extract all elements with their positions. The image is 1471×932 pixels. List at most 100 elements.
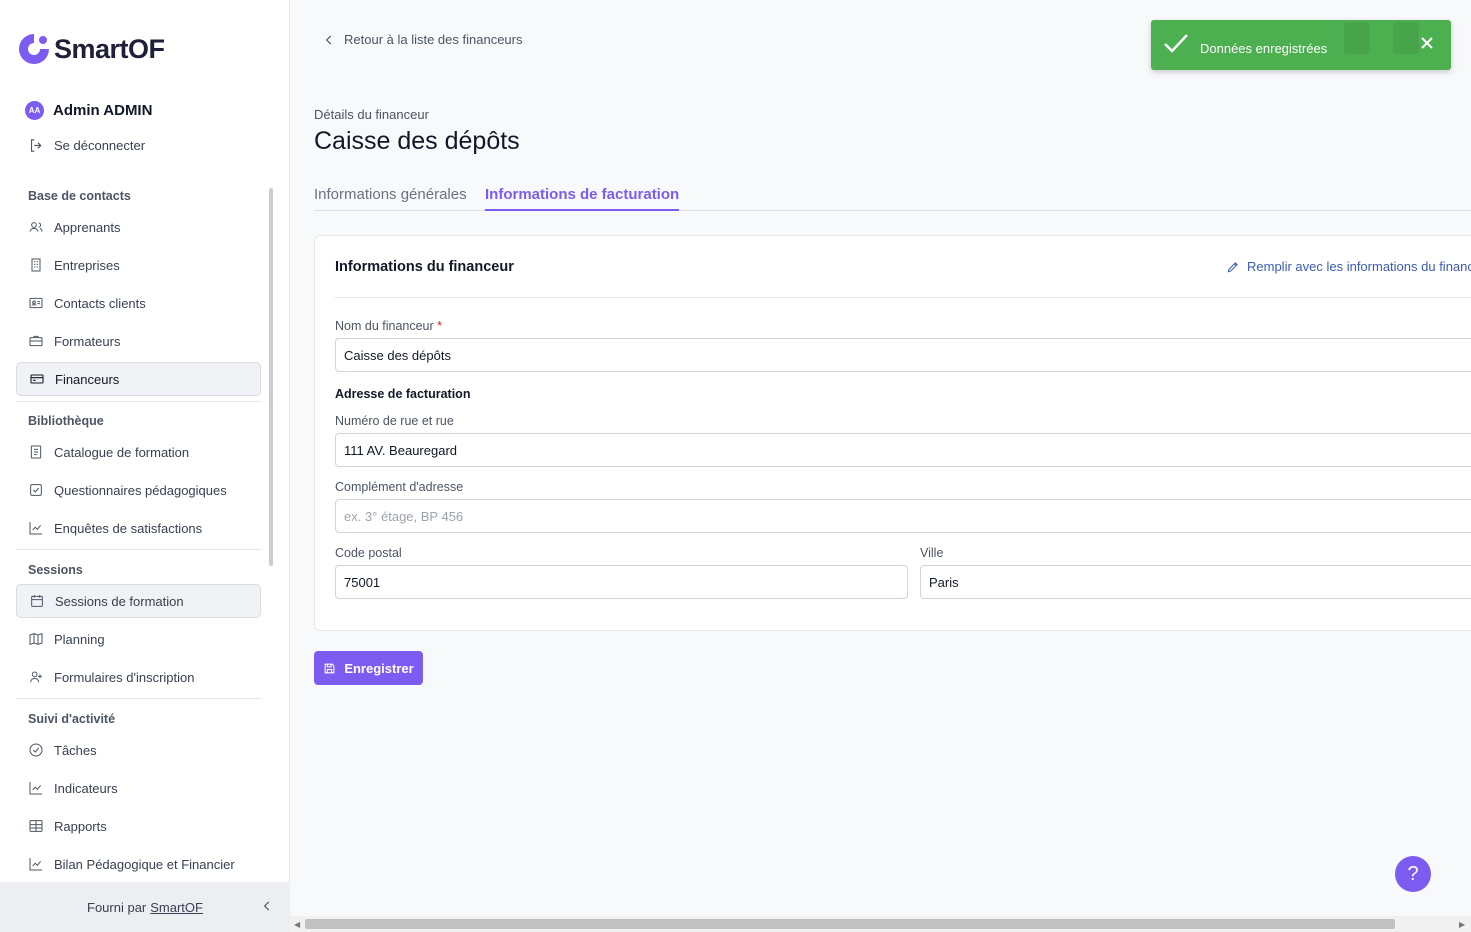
sidebar-item-label: Formulaires d'inscription — [54, 669, 195, 685]
sidebar-item-enquetes[interactable]: Enquêtes de satisfactions — [16, 511, 261, 545]
tab-informations-facturation[interactable]: Informations de facturation — [485, 186, 680, 211]
checkmark-icon — [1164, 34, 1188, 53]
sidebar-item-label: Financeurs — [55, 371, 120, 387]
tab-informations-generales[interactable]: Informations générales — [314, 186, 467, 203]
sidebar-item-label: Tâches — [54, 742, 97, 758]
page-subtitle: Détails du financeur — [314, 107, 429, 122]
credit-card-icon — [30, 374, 44, 384]
tabs: Informations générales Informations de f… — [314, 184, 1471, 211]
section-title-contacts: Base de contacts — [28, 189, 131, 203]
sidebar-divider — [16, 698, 261, 699]
sidebar-item-apprenants[interactable]: Apprenants — [16, 210, 261, 244]
chevron-left-icon — [325, 35, 332, 44]
scroll-right-icon[interactable]: ▶ — [1459, 920, 1465, 929]
calendar-icon — [31, 595, 43, 607]
horizontal-scroll-thumb[interactable] — [305, 919, 1395, 929]
financeur-name-input[interactable]: Caisse des dépôts — [335, 338, 1471, 372]
section-title-bibliotheque: Bibliothèque — [28, 414, 104, 428]
street-input[interactable]: 111 AV. Beauregard — [335, 433, 1471, 467]
chart-line-icon — [29, 522, 42, 535]
sidebar-item-label: Questionnaires pédagogiques — [54, 482, 227, 498]
chart-line-icon — [29, 782, 42, 795]
billing-address-title: Adresse de facturation — [335, 387, 471, 401]
sidebar-item-contacts-clients[interactable]: Contacts clients — [16, 286, 261, 320]
sidebar-divider — [16, 401, 261, 402]
sidebar-item-label: Apprenants — [54, 219, 121, 235]
postal-code-input[interactable]: 75001 — [335, 565, 908, 599]
section-title-sessions: Sessions — [28, 563, 83, 577]
sidebar-item-indicateurs[interactable]: Indicateurs — [16, 771, 261, 805]
logout-icon — [30, 139, 42, 152]
sidebar-item-label: Entreprises — [54, 257, 120, 273]
toast-message: Données enregistrées — [1200, 41, 1328, 56]
briefcase-icon — [29, 335, 43, 347]
footer-prefix: Fourni par — [87, 899, 147, 915]
sidebar-item-label: Contacts clients — [54, 295, 146, 311]
footer-smartof-link[interactable]: SmartOF — [150, 900, 203, 915]
sidebar-scrollbar[interactable] — [269, 188, 273, 566]
city-label: Ville — [920, 546, 944, 560]
scroll-left-icon[interactable]: ◀ — [294, 920, 300, 929]
building-icon — [31, 258, 41, 272]
sidebar-item-label: Formateurs — [54, 333, 121, 349]
logout-label: Se déconnecter — [54, 138, 146, 153]
city-input[interactable]: Paris — [920, 565, 1471, 599]
postal-code-label: Code postal — [335, 546, 402, 560]
smartof-logo[interactable]: SmartOF — [16, 31, 165, 67]
sidebar-item-formulaires[interactable]: Formulaires d'inscription — [16, 660, 261, 694]
save-icon — [324, 663, 335, 673]
horizontal-scrollbar[interactable]: ◀ ▶ — [290, 916, 1471, 932]
sidebar-item-financeurs[interactable]: Financeurs — [16, 362, 261, 396]
success-toast: Données enregistrées — [1151, 20, 1451, 70]
sidebar-divider — [16, 549, 261, 550]
checkbox-icon — [30, 484, 42, 496]
sidebar-item-questionnaires[interactable]: Questionnaires pédagogiques — [16, 473, 261, 507]
save-label: Enregistrer — [344, 660, 414, 676]
complement-label: Complément d'adresse — [335, 480, 464, 494]
card-title: Informations du financeur — [335, 259, 514, 275]
sidebar-item-label: Enquêtes de satisfactions — [54, 520, 203, 536]
toast-hidden-button — [1344, 22, 1370, 54]
sidebar-item-label: Indicateurs — [54, 780, 118, 796]
logo-icon — [19, 34, 49, 64]
sidebar-item-sessions[interactable]: Sessions de formation — [16, 584, 261, 618]
sidebar-item-label: Sessions de formation — [55, 593, 184, 609]
fill-with-financeur-info-link[interactable]: Remplir avec les informations du finance… — [1226, 259, 1471, 274]
user-name: Admin ADMIN — [53, 102, 153, 119]
sidebar-footer: Fourni par SmartOF — [0, 882, 290, 932]
contact-card-icon — [29, 297, 43, 309]
name-label-text: Nom du financeur — [335, 319, 434, 333]
card-divider — [335, 297, 1471, 298]
page-title: Caisse des dépôts — [314, 127, 520, 155]
required-mark: * — [437, 319, 443, 333]
sidebar-item-catalogue[interactable]: Catalogue de formation — [16, 435, 261, 469]
financeur-card: Informations du financeur Remplir avec l… — [314, 235, 1471, 631]
sidebar: SmartOF AA Admin ADMIN Se déconnecter Ba… — [0, 0, 290, 932]
back-to-list-link[interactable]: Retour à la liste des financeurs — [322, 32, 522, 47]
sidebar-item-bilan[interactable]: Bilan Pédagogique et Financier — [16, 847, 261, 881]
book-icon — [30, 445, 42, 459]
help-button[interactable]: ? — [1395, 856, 1431, 892]
user-profile[interactable]: AA Admin ADMIN — [25, 101, 152, 120]
toast-hidden-button — [1393, 22, 1419, 54]
avatar: AA — [25, 101, 44, 120]
map-icon — [29, 632, 43, 646]
sidebar-item-planning[interactable]: Planning — [16, 622, 261, 656]
section-title-suivi: Suivi d'activité — [28, 712, 116, 726]
complement-input[interactable]: ex. 3° étage, BP 456 — [335, 499, 1471, 533]
sidebar-item-formateurs[interactable]: Formateurs — [16, 324, 261, 358]
sidebar-item-label: Catalogue de formation — [54, 444, 190, 460]
save-button[interactable]: Enregistrer — [314, 651, 423, 685]
sidebar-item-taches[interactable]: Tâches — [16, 733, 261, 767]
collapse-sidebar-icon[interactable] — [260, 899, 274, 913]
pencil-icon — [1227, 261, 1238, 272]
sidebar-item-label: Rapports — [54, 818, 107, 834]
close-icon[interactable] — [1420, 36, 1434, 50]
check-circle-icon — [29, 743, 43, 757]
fill-link-label: Remplir avec les informations du finance… — [1247, 259, 1471, 274]
logout-button[interactable]: Se déconnecter — [28, 137, 145, 154]
sidebar-item-label: Bilan Pédagogique et Financier — [54, 856, 235, 872]
sidebar-item-entreprises[interactable]: Entreprises — [16, 248, 261, 282]
sidebar-item-rapports[interactable]: Rapports — [16, 809, 261, 843]
users-icon — [29, 222, 43, 232]
